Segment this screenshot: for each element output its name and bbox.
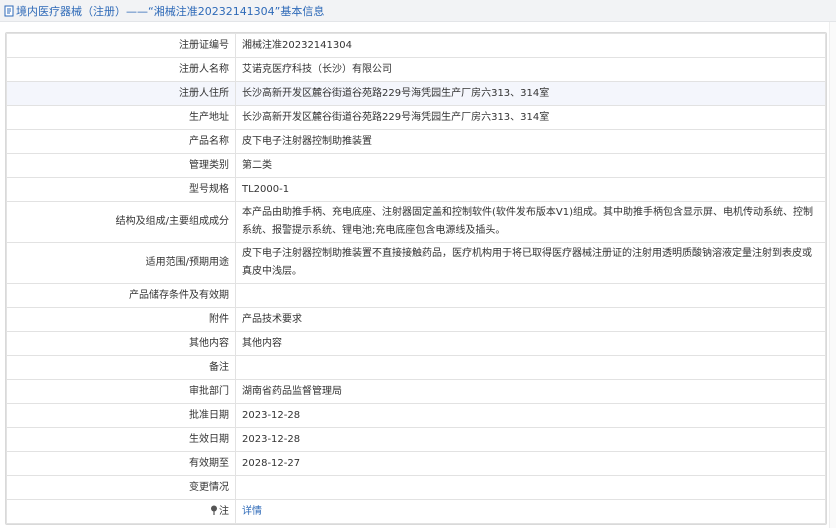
row-value: 湘械注准20232141304 [235,33,826,58]
table-row: 适用范围/预期用途 皮下电子注射器控制助推装置不直接接触药品，医疗机构用于将已取… [6,242,826,284]
row-value: 产品技术要求 [235,307,826,332]
row-value [235,283,826,308]
table-row: 附件 产品技术要求 [6,307,826,332]
row-label: 审批部门 [6,379,236,404]
row-value [235,475,826,500]
table-row: 注册人名称 艾诺克医疗科技（长沙）有限公司 [6,57,826,82]
pin-icon [211,505,217,515]
row-label: 注册证编号 [6,33,236,58]
note-label-cell: 注 [6,499,236,524]
table-row: 变更情况 [6,475,826,500]
row-label: 注册人名称 [6,57,236,82]
row-value: 长沙高新开发区麓谷街道谷苑路229号海凭园生产厂房六313、314室 [235,81,826,106]
row-label: 管理类别 [6,153,236,178]
info-table: 注册证编号 湘械注准20232141304 注册人名称 艾诺克医疗科技（长沙）有… [6,33,826,524]
details-link[interactable]: 详情 [242,506,262,517]
table-row: 注册证编号 湘械注准20232141304 [6,33,826,58]
table-row: 管理类别 第二类 [6,153,826,178]
row-label: 生效日期 [6,427,236,452]
row-label: 备注 [6,355,236,380]
row-value: 2023-12-28 [235,403,826,428]
scrollbar[interactable] [829,22,836,528]
table-row: 结构及组成/主要组成成分 本产品由助推手柄、充电底座、注射器固定盖和控制软件(软… [6,201,826,243]
row-value [235,355,826,380]
page-header: 境内医疗器械（注册）——“湘械注准20232141304”基本信息 [0,0,836,22]
table-row: 审批部门 湖南省药品监督管理局 [6,379,826,404]
row-label: 注 [219,506,229,517]
row-value: 皮下电子注射器控制助推装置不直接接触药品，医疗机构用于将已取得医疗器械注册证的注… [235,242,826,284]
table-row: 其他内容 其他内容 [6,331,826,356]
page-title: 境内医疗器械（注册）——“湘械注准20232141304”基本信息 [16,4,325,18]
row-value: 2023-12-28 [235,427,826,452]
row-label: 有效期至 [6,451,236,476]
row-value: 2028-12-27 [235,451,826,476]
row-label: 其他内容 [6,331,236,356]
row-value: 第二类 [235,153,826,178]
table-row: 生效日期 2023-12-28 [6,427,826,452]
row-label: 变更情况 [6,475,236,500]
table-row: 型号规格 TL2000-1 [6,177,826,202]
table-row: 产品名称 皮下电子注射器控制助推装置 [6,129,826,154]
row-value: 皮下电子注射器控制助推装置 [235,129,826,154]
row-label: 适用范围/预期用途 [6,242,236,284]
table-row: 备注 [6,355,826,380]
row-value: TL2000-1 [235,177,826,202]
row-value: 艾诺克医疗科技（长沙）有限公司 [235,57,826,82]
table-row: 批准日期 2023-12-28 [6,403,826,428]
row-label: 产品名称 [6,129,236,154]
row-value: 湖南省药品监督管理局 [235,379,826,404]
note-value-cell: 详情 [235,499,826,524]
row-label: 型号规格 [6,177,236,202]
row-label: 生产地址 [6,105,236,130]
table-row: 生产地址 长沙高新开发区麓谷街道谷苑路229号海凭园生产厂房六313、314室 [6,105,826,130]
row-label: 批准日期 [6,403,236,428]
table-row: 注册人住所 长沙高新开发区麓谷街道谷苑路229号海凭园生产厂房六313、314室 [6,81,826,106]
row-value: 本产品由助推手柄、充电底座、注射器固定盖和控制软件(软件发布版本V1)组成。其中… [235,201,826,243]
row-label: 附件 [6,307,236,332]
row-value: 长沙高新开发区麓谷街道谷苑路229号海凭园生产厂房六313、314室 [235,105,826,130]
row-label: 产品储存条件及有效期 [6,283,236,308]
row-value: 其他内容 [235,331,826,356]
table-row: 产品储存条件及有效期 [6,283,826,308]
info-panel: 注册证编号 湘械注准20232141304 注册人名称 艾诺克医疗科技（长沙）有… [5,32,827,525]
row-label: 注册人住所 [6,81,236,106]
document-icon [4,5,14,16]
row-label: 结构及组成/主要组成成分 [6,201,236,243]
table-row: 有效期至 2028-12-27 [6,451,826,476]
table-row: 注 详情 [6,499,826,524]
